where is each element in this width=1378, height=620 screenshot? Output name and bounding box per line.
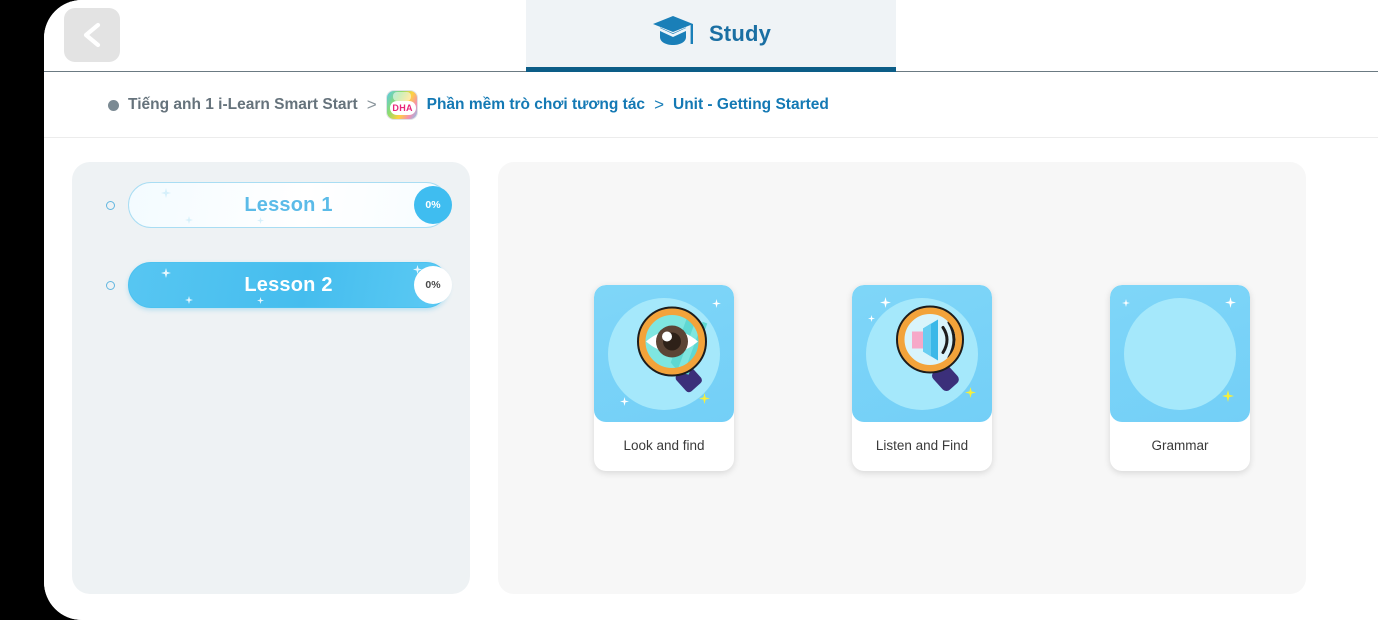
lessons-panel: Lesson 1 0% Lesson 2 0% (72, 162, 470, 594)
device-frame: Study Tiếng anh 1 i-Learn Smart Start > … (0, 0, 1378, 620)
activity-card-listen-and-find[interactable]: Listen and Find (852, 285, 992, 471)
lesson-item-2-label: Lesson 2 (244, 273, 333, 296)
chevron-left-icon (79, 20, 105, 50)
sparkle-icon (257, 217, 264, 224)
sparkle-icon (257, 297, 264, 304)
breadcrumb-current-unit[interactable]: Unit - Getting Started (673, 96, 829, 114)
activity-card-label: Listen and Find (875, 437, 969, 453)
activity-card-label: Look and find (623, 437, 705, 453)
sparkle-icon (185, 216, 193, 224)
lesson-bullet-icon (106, 280, 115, 290)
activities-row: Look and find Listen and Find Grammar (498, 162, 1306, 594)
content-area: Lesson 1 0% Lesson 2 0% Look and find Li… (44, 139, 1378, 620)
breadcrumb-separator-1: > (366, 95, 377, 114)
activity-thumbnail (594, 285, 734, 422)
breadcrumb-bullet-icon (108, 99, 119, 111)
lesson-item-1-progress-badge: 0% (414, 186, 452, 224)
activity-card-grammar[interactable]: Grammar (1110, 285, 1250, 471)
graduation-cap-icon (651, 13, 695, 54)
sparkle-icon (185, 296, 193, 304)
activity-card-label: Grammar (1151, 437, 1209, 453)
breadcrumb-link-software[interactable]: Phần mềm trò chơi tương tác (427, 96, 645, 114)
activities-panel: Look and find Listen and Find Grammar (498, 162, 1306, 594)
lesson-item-1-label: Lesson 1 (244, 193, 333, 216)
back-button[interactable] (64, 8, 120, 62)
sparkle-icon (1225, 297, 1236, 308)
lesson-item-2-progress-badge: 0% (414, 266, 452, 304)
breadcrumb: Tiếng anh 1 i-Learn Smart Start > DHA Ph… (44, 73, 1378, 138)
breadcrumb-root[interactable]: Tiếng anh 1 i-Learn Smart Start (128, 96, 358, 114)
magnifier-speaker-icon (870, 299, 974, 408)
sparkle-icon (1122, 299, 1130, 307)
lesson-item-2[interactable]: Lesson 2 0% (128, 262, 452, 308)
activity-thumbnail (1110, 285, 1250, 422)
dha-icon-label: DHA (389, 101, 416, 115)
tab-study-label: Study (708, 20, 772, 46)
lesson-bullet-icon (106, 200, 115, 210)
lesson-row: Lesson 2 0% (72, 262, 470, 308)
sparkle-icon (1222, 390, 1234, 402)
sparkle-icon (161, 188, 171, 198)
lesson-row: Lesson 1 0% (72, 182, 470, 228)
sparkle-icon (161, 268, 171, 278)
activity-card-look-and-find[interactable]: Look and find (594, 285, 734, 471)
lesson-item-1[interactable]: Lesson 1 0% (128, 182, 452, 228)
tab-study[interactable]: Study (526, 0, 896, 72)
app-surface: Study Tiếng anh 1 i-Learn Smart Start > … (44, 0, 1378, 620)
placeholder-circle-icon (1124, 297, 1236, 410)
breadcrumb-separator-2: > (654, 95, 664, 114)
magnifier-eye-icon (612, 299, 716, 408)
activity-thumbnail (852, 285, 992, 422)
dha-app-icon: DHA (385, 90, 418, 120)
header-bar: Study (44, 0, 1378, 72)
